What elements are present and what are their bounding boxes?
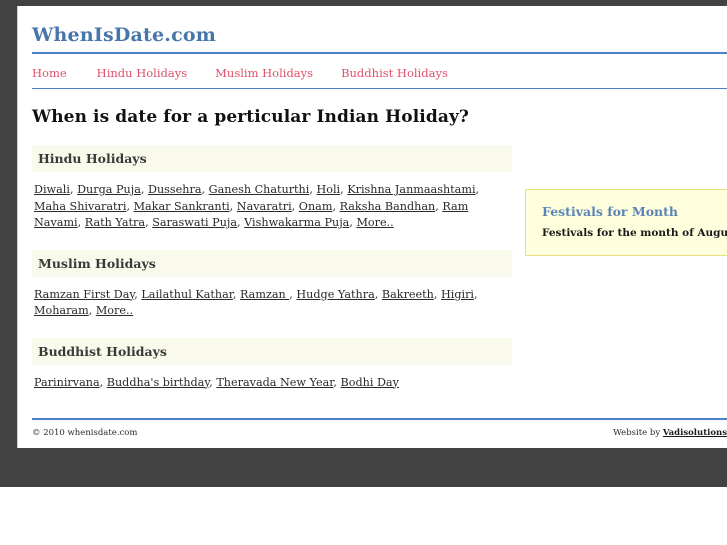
link-separator: , — [475, 183, 480, 196]
holiday-link[interactable]: Ramzan — [240, 288, 289, 301]
section-heading: Buddhist Holidays — [32, 337, 512, 365]
holiday-link[interactable]: Holi — [316, 183, 340, 196]
holiday-link[interactable]: Rath Yatra — [85, 216, 145, 229]
holiday-link[interactable]: Buddha's birthday — [107, 376, 209, 389]
holiday-link[interactable]: Raksha Bandhan — [340, 200, 436, 213]
holiday-link[interactable]: Theravada New Year — [216, 376, 333, 389]
holiday-link[interactable]: Navaratri — [237, 200, 292, 213]
link-separator: , — [126, 199, 134, 213]
sidebar-heading: Festivals for Month — [542, 204, 678, 219]
link-separator: , — [69, 183, 78, 196]
holiday-link[interactable]: Lailathul Kathar — [141, 288, 232, 301]
link-separator: , — [374, 287, 382, 301]
holiday-link[interactable]: Krishna Janmaashtami — [347, 183, 475, 196]
holiday-link[interactable]: Ganesh Chaturthi — [209, 183, 310, 196]
page-container: WhenIsDate.com Home Hindu Holidays Muslim … — [18, 6, 727, 448]
holiday-link[interactable]: Durga Puja — [77, 183, 141, 196]
footer-credit-prefix: Website by — [613, 428, 663, 438]
footer-credit: Website by Vadisolutions — [613, 428, 727, 438]
holiday-link[interactable]: More.. — [356, 216, 393, 229]
link-separator: , — [99, 375, 107, 389]
nav-buddhist-holidays[interactable]: Buddhist Holidays — [341, 66, 448, 80]
link-separator: , — [291, 199, 299, 213]
holiday-link[interactable]: Higiri — [441, 288, 474, 301]
link-separator: , — [474, 287, 478, 301]
link-separator: , — [201, 183, 209, 196]
holiday-link[interactable]: More.. — [96, 304, 133, 317]
section-heading: Muslim Holidays — [32, 249, 512, 277]
site-title: WhenIsDate.com — [32, 24, 217, 46]
holiday-link[interactable]: Saraswati Puja — [152, 216, 237, 229]
holiday-sections: Hindu Holidays Diwali, Durga Puja, Dusseh… — [32, 145, 514, 395]
link-separator: , — [433, 287, 441, 301]
sidebar-text: Festivals for the month of August — [542, 227, 727, 239]
holiday-section: Buddhist Holidays Parinirvana, Buddha's b… — [32, 337, 514, 396]
main-navigation: Home Hindu Holidays Muslim Holidays Buddhis… — [18, 54, 727, 88]
nav-muslim-holidays[interactable]: Muslim Holidays — [215, 66, 313, 80]
link-separator: , — [232, 287, 240, 301]
holiday-link[interactable]: Bodhi Day — [341, 376, 399, 389]
footer-copyright: © 2010 whenisdate.com — [32, 428, 138, 438]
nav-home[interactable]: Home — [32, 66, 67, 80]
link-separator: , — [77, 216, 85, 229]
link-separator: , — [229, 199, 237, 213]
nav-hindu-holidays[interactable]: Hindu Holidays — [97, 66, 187, 80]
link-separator: , — [333, 375, 341, 389]
nav-rule-bottom — [32, 88, 727, 89]
section-heading: Hindu Holidays — [32, 145, 512, 172]
holiday-link-list: Parinirvana, Buddha's birthday, Theravad… — [32, 365, 514, 396]
link-separator: , — [140, 183, 148, 196]
footer-credit-link[interactable]: Vadisolutions — [663, 428, 727, 438]
holiday-link[interactable]: Maha Shivaratri — [34, 200, 126, 213]
sidebar-festivals-for-month: Festivals for Month Festivals for the mo… — [525, 189, 727, 256]
holiday-section: Muslim Holidays Ramzan First Day, Lailath… — [32, 249, 514, 324]
window-chrome-left — [0, 0, 17, 448]
holiday-link[interactable]: Diwali — [34, 183, 70, 196]
holiday-link-list: Ramzan First Day, Lailathul Kathar, Ramz… — [32, 277, 514, 324]
holiday-section: Hindu Holidays Diwali, Durga Puja, Dusseh… — [32, 145, 514, 236]
main-content: When is date for a perticular Indian Hol… — [32, 107, 514, 409]
holiday-link[interactable]: Ramzan First Day — [34, 288, 134, 301]
link-separator: , — [88, 304, 96, 317]
link-separator: , — [332, 199, 340, 213]
holiday-link[interactable]: Vishwakarma Puja — [244, 216, 349, 229]
holiday-link-list: Diwali, Durga Puja, Dussehra, Ganesh Cha… — [32, 172, 514, 236]
holiday-link[interactable]: Dussehra — [148, 183, 202, 196]
holiday-link[interactable]: Makar Sankranti — [134, 200, 230, 213]
page-title: When is date for a perticular Indian Hol… — [32, 107, 469, 127]
holiday-link[interactable]: Onam — [299, 200, 333, 213]
holiday-link[interactable]: Moharam — [34, 304, 89, 317]
window-chrome-bottom — [0, 448, 727, 487]
footer-rule — [32, 418, 727, 420]
holiday-link[interactable]: Bakreeth — [382, 288, 434, 301]
holiday-link[interactable]: Hudge Yathra — [296, 288, 374, 301]
holiday-link[interactable]: Parinirvana — [34, 376, 100, 389]
